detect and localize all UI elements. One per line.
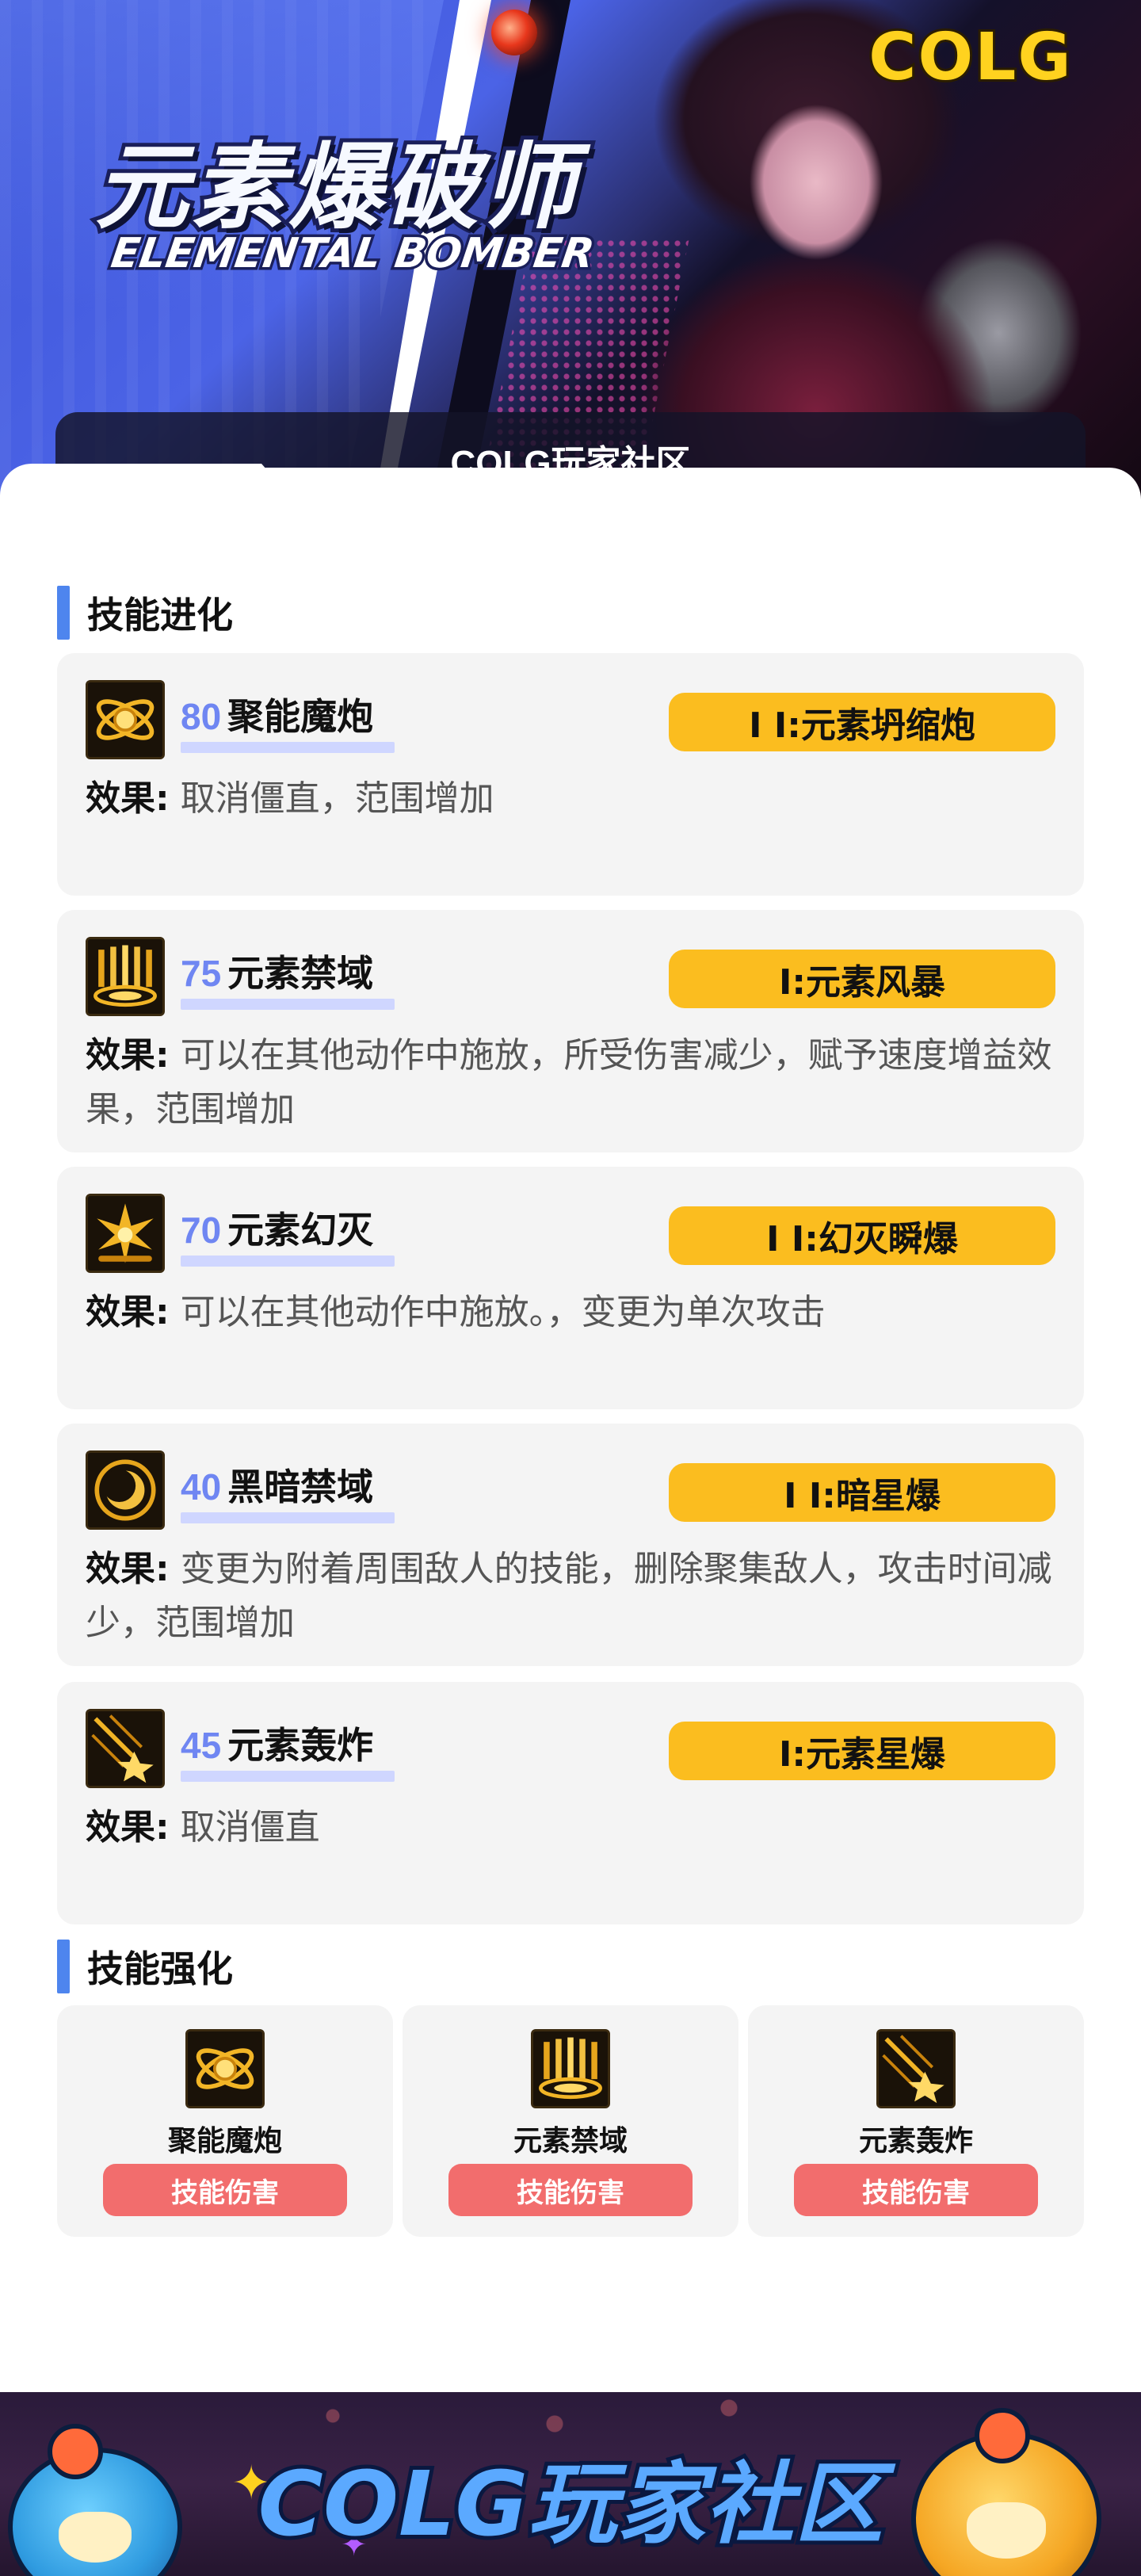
banner-title-chinese: 元素爆破师	[91, 128, 579, 246]
footer-banner: ✦ ✦ COLG玩家社区	[0, 2392, 1141, 2576]
meteor-icon	[876, 2029, 956, 2108]
skill-title: 40 黑暗禁域	[181, 1458, 373, 1514]
skill-effect: 效果: 取消僵直	[86, 1801, 1052, 1855]
skill-title-underline	[181, 1771, 395, 1782]
content-sheet-tab	[0, 464, 317, 527]
effect-text: 取消僵直，范围增加	[180, 778, 494, 819]
heading-text: 技能强化	[87, 1947, 233, 1990]
enhance-skill-name: 聚能魔炮	[167, 2125, 282, 2157]
skill-level: 80	[181, 696, 222, 737]
meteor-icon	[86, 1709, 165, 1788]
effect-label: 效果:	[86, 1035, 170, 1076]
atom-orb-icon	[86, 680, 165, 759]
skill-title: 75 元素禁域	[181, 945, 373, 1000]
skill-effect: 效果: 可以在其他动作中施放，所受伤害减少，赋予速度增益效果，范围增加	[86, 1029, 1052, 1137]
skill-name: 元素轰炸	[227, 1724, 374, 1767]
dark-sphere-icon	[86, 1450, 165, 1530]
skill-title: 45 元素轰炸	[181, 1717, 373, 1772]
skill-damage-button[interactable]: 技能伤害	[794, 2164, 1038, 2216]
colg-logo: COLG	[866, 17, 1073, 97]
red-orb-decoration	[491, 10, 537, 55]
skill-title-underline	[181, 1512, 395, 1523]
skill-name: 元素幻灭	[227, 1209, 374, 1252]
effect-label: 效果:	[86, 1807, 170, 1848]
effect-text: 变更为附着周围敌人的技能，删除聚集敌人，攻击时间减少，范围增加	[86, 1549, 1052, 1643]
skill-card: 80 聚能魔炮 Ⅰ Ⅰ:元素坍缩炮 效果: 取消僵直，范围增加	[57, 653, 1084, 896]
skill-card: 70 元素幻灭 Ⅰ Ⅰ:幻灭瞬爆 效果: 可以在其他动作中施放。，变更为单次攻击	[57, 1167, 1084, 1409]
heading-accent-bar	[57, 586, 70, 640]
burst-icon	[86, 1194, 165, 1273]
effect-label: 效果:	[86, 1549, 170, 1589]
section-heading-enhance: 技能强化	[57, 1939, 233, 1994]
skill-card: 45 元素轰炸 Ⅰ:元素星爆 效果: 取消僵直	[57, 1682, 1084, 1924]
section-heading-evolution: 技能进化	[57, 585, 233, 640]
effect-text: 可以在其他动作中施放。，变更为单次攻击	[180, 1292, 826, 1332]
header-banner: COLG 元素爆破师 ELEMENTAL BOMBER COLG玩家社区	[0, 0, 1141, 515]
skill-damage-button[interactable]: 技能伤害	[448, 2164, 693, 2216]
mascot-face	[59, 2512, 132, 2563]
enhance-tile: 元素禁域 技能伤害	[403, 2005, 738, 2237]
skill-card: 40 黑暗禁域 Ⅰ Ⅰ:暗星爆 效果: 变更为附着周围敌人的技能，删除聚集敌人，…	[57, 1424, 1084, 1666]
skill-level: 40	[181, 1466, 222, 1508]
footer-title: COLG玩家社区	[254, 2449, 887, 2560]
skill-name: 黑暗禁域	[227, 1466, 374, 1508]
golden-pillars-icon	[86, 937, 165, 1016]
skill-effect: 效果: 变更为附着周围敌人的技能，删除聚集敌人，攻击时间减少，范围增加	[86, 1542, 1052, 1650]
enhance-skill-name: 元素轰炸	[858, 2125, 973, 2157]
skill-title-underline	[181, 742, 395, 753]
heading-text: 技能进化	[87, 594, 233, 636]
skill-title: 80 聚能魔炮	[181, 688, 373, 743]
mascot-face	[966, 2502, 1047, 2559]
atom-orb-icon	[185, 2029, 265, 2108]
evolution-badge: Ⅰ:元素风暴	[669, 950, 1055, 1008]
skill-title: 70 元素幻灭	[181, 1202, 373, 1257]
effect-text: 取消僵直	[180, 1807, 320, 1848]
effect-text: 可以在其他动作中施放，所受伤害减少，赋予速度增益效果，范围增加	[86, 1035, 1052, 1129]
skill-damage-button[interactable]: 技能伤害	[103, 2164, 347, 2216]
banner-title-english: ELEMENTAL BOMBER	[105, 227, 600, 281]
enhance-tile: 聚能魔炮 技能伤害	[57, 2005, 393, 2237]
skill-level: 70	[181, 1210, 222, 1251]
skill-level: 75	[181, 953, 222, 994]
evolution-badge: Ⅰ Ⅰ:元素坍缩炮	[669, 693, 1055, 751]
skill-effect: 效果: 取消僵直，范围增加	[86, 772, 1052, 826]
enhance-tile: 元素轰炸 技能伤害	[748, 2005, 1084, 2237]
skill-title-underline	[181, 999, 395, 1010]
mascot-hat-left	[48, 2424, 103, 2479]
evolution-badge: Ⅰ:元素星爆	[669, 1722, 1055, 1780]
heading-accent-bar	[57, 1940, 70, 1993]
skill-name: 聚能魔炮	[227, 695, 374, 738]
effect-label: 效果:	[86, 1292, 170, 1332]
evolution-badge: Ⅰ Ⅰ:暗星爆	[669, 1463, 1055, 1522]
skill-name: 元素禁域	[227, 952, 374, 995]
skill-title-underline	[181, 1256, 395, 1267]
evolution-badge: Ⅰ Ⅰ:幻灭瞬爆	[669, 1206, 1055, 1265]
skill-effect: 效果: 可以在其他动作中施放。，变更为单次攻击	[86, 1286, 1052, 1340]
effect-label: 效果:	[86, 778, 170, 819]
mascot-hat-right	[975, 2408, 1030, 2463]
golden-pillars-icon	[531, 2029, 610, 2108]
skill-card: 75 元素禁域 Ⅰ:元素风暴 效果: 可以在其他动作中施放，所受伤害减少，赋予速…	[57, 910, 1084, 1152]
enhance-skill-name: 元素禁域	[513, 2125, 628, 2157]
skill-level: 45	[181, 1725, 222, 1766]
